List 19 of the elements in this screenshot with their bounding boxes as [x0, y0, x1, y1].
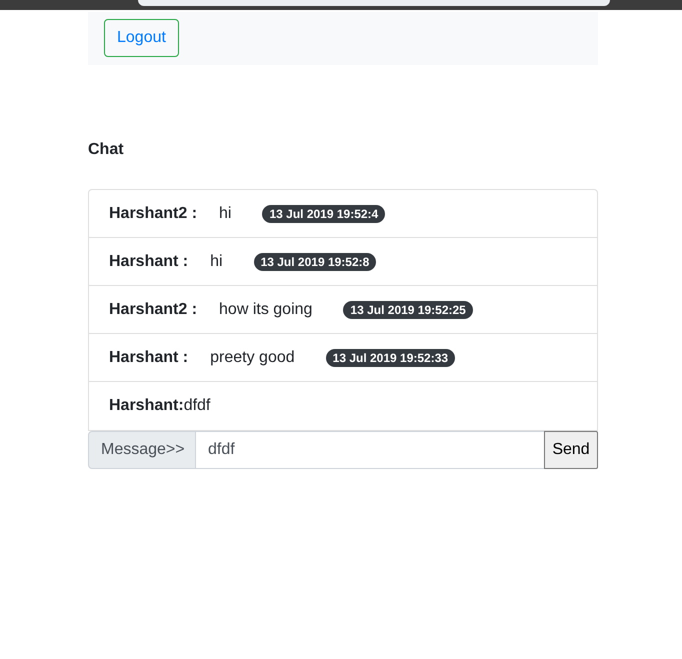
- sender-name: Harshant :: [109, 252, 188, 272]
- message-text: hi: [219, 204, 232, 224]
- send-button[interactable]: Send: [544, 431, 598, 469]
- logout-button[interactable]: Logout: [104, 19, 179, 57]
- sender-name: Harshant2 :: [109, 204, 198, 224]
- timestamp-badge: 13 Jul 2019 19:52:25: [343, 300, 473, 318]
- timestamp-badge: 13 Jul 2019 19:52:33: [326, 348, 456, 366]
- message-input[interactable]: dfdf: [196, 431, 544, 469]
- message-text: preety good: [210, 348, 295, 368]
- chat-heading: Chat: [88, 140, 124, 160]
- address-bar[interactable]: [138, 0, 610, 6]
- timestamp-badge: 13 Jul 2019 19:52:8: [254, 252, 376, 270]
- message-text: how its going: [219, 300, 312, 320]
- draft-message: Harshant:dfdf: [109, 396, 210, 416]
- sender-name: Harshant2 :: [109, 300, 198, 320]
- sender-name: Harshant :: [109, 348, 188, 368]
- message-label: Message>>: [88, 431, 196, 469]
- message-text: hi: [210, 252, 223, 272]
- timestamp-badge: 13 Jul 2019 19:52:4: [262, 204, 386, 222]
